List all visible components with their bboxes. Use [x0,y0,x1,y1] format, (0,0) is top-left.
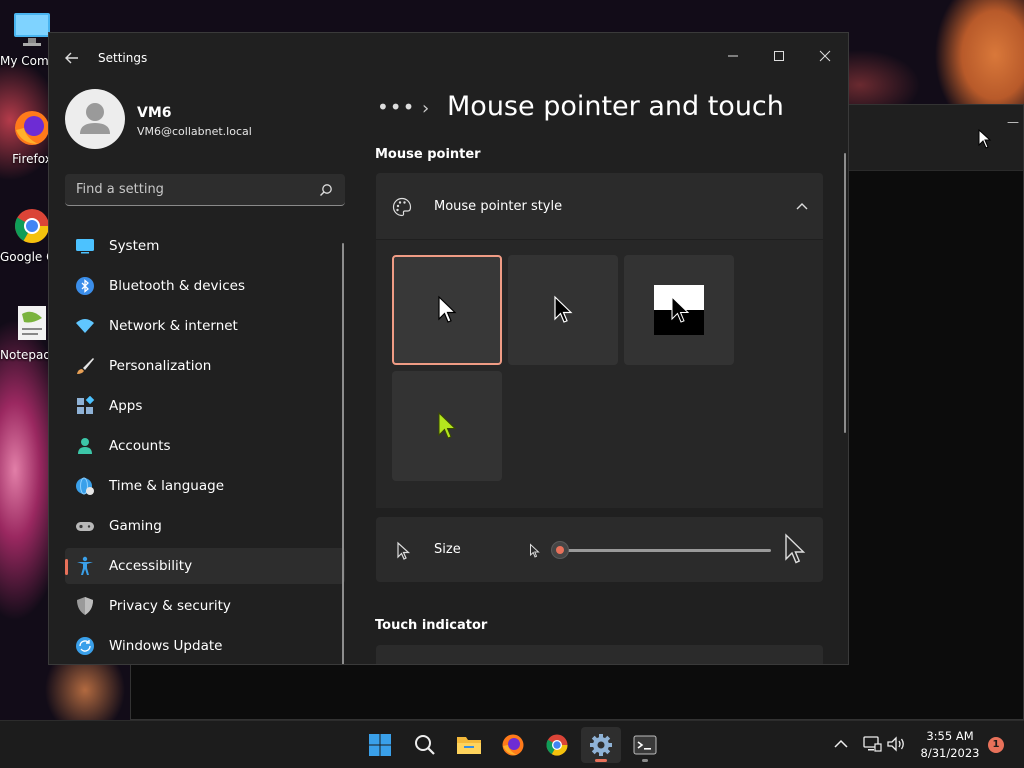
volume-icon[interactable] [886,735,906,753]
user-email: VM6@collabnet.local [137,125,252,138]
sidebar-item-system[interactable]: System [65,228,345,264]
close-icon [819,50,831,62]
lime-pointer-icon [438,411,457,439]
taskbar-file-explorer[interactable] [449,727,489,763]
taskbar-start-button[interactable] [360,727,400,763]
search-box[interactable] [65,174,345,206]
sidebar-item-personalization[interactable]: Personalization [65,348,345,384]
sidebar-scrollbar[interactable] [342,243,344,664]
bluetooth-icon [76,277,94,295]
page-title: Mouse pointer and touch [447,91,784,122]
settings-window[interactable]: Settings VM6 VM6@collabnet.local System [48,32,849,665]
taskbar: 3:55 AM 8/31/2023 1 [0,720,1024,768]
sidebar-item-accessibility[interactable]: Accessibility [65,548,345,584]
tray-chevron-up-icon[interactable] [832,735,850,753]
shield-icon [77,597,93,615]
sidebar-item-network[interactable]: Network & internet [65,308,345,344]
pointer-style-black[interactable] [508,255,618,365]
main-scrollbar[interactable] [844,153,846,433]
gamepad-icon [76,522,94,531]
brush-icon [77,358,94,374]
system-icon [76,239,94,254]
pointer-size-card: Size [376,517,823,582]
mouse-pointer-style-header[interactable]: Mouse pointer style [376,173,823,240]
pointer-style-white[interactable] [392,255,502,365]
mouse-pointer-style-card: Mouse pointer style [376,173,823,508]
sidebar-item-apps[interactable]: Apps [65,388,345,424]
black-pointer-icon [554,295,573,323]
clock-date[interactable]: 8/31/2023 [916,746,984,760]
clock-time[interactable]: 3:55 AM [920,729,980,743]
sidebar-item-bluetooth[interactable]: Bluetooth & devices [65,268,345,304]
firefox-icon [502,734,524,756]
notification-badge[interactable]: 1 [988,737,1004,753]
globe-clock-icon [76,477,94,495]
taskbar-firefox[interactable] [493,727,533,763]
palette-icon [392,197,412,217]
inverted-pointer-icon [654,285,704,335]
breadcrumb-chevron-icon: › [422,98,430,119]
firefox-icon [12,108,52,148]
sidebar-item-windows-update[interactable]: Windows Update [65,628,345,664]
chrome-icon [546,734,568,756]
chevron-up-icon[interactable] [795,199,809,213]
taskbar-search-button[interactable] [405,727,445,763]
pointer-style-inverted[interactable] [624,255,734,365]
pointer-style-custom[interactable] [392,371,502,481]
section-title-mouse-pointer: Mouse pointer [375,147,481,162]
sidebar-item-gaming[interactable]: Gaming [65,508,345,544]
person-icon [78,438,92,454]
minimize-icon [728,55,738,57]
pointer-size-icon [397,541,411,560]
taskbar-settings[interactable] [581,727,621,763]
update-icon [76,637,94,655]
pointer-style-options [376,240,823,508]
pointer-size-label: Size [434,542,461,557]
title-bar[interactable]: Settings [49,33,848,81]
back-arrow-icon[interactable] [63,49,81,67]
avatar[interactable] [65,89,125,149]
mouse-cursor-icon [978,129,992,149]
sidebar-item-accounts[interactable]: Accounts [65,428,345,464]
wifi-icon [76,319,94,333]
mouse-pointer-style-label: Mouse pointer style [434,199,563,214]
user-name: VM6 [137,105,172,121]
sidebar-item-time-language[interactable]: Time & language [65,468,345,504]
pointer-size-slider-thumb[interactable] [551,541,569,559]
breadcrumb-overflow-button[interactable]: ••• [377,95,415,119]
monitor-icon [12,10,52,50]
file-explorer-icon [457,737,481,754]
touch-indicator-card[interactable] [376,645,823,664]
white-pointer-icon [438,295,457,323]
apps-icon [77,396,95,414]
pointer-size-slider-track[interactable] [556,549,771,552]
sidebar-item-privacy[interactable]: Privacy & security [65,588,345,624]
search-input[interactable] [65,174,305,205]
maximize-icon [774,51,784,61]
chrome-icon [12,206,52,246]
minimize-button[interactable] [710,41,756,71]
large-pointer-icon [785,533,806,564]
section-title-touch-indicator: Touch indicator [375,618,488,633]
user-avatar-icon [80,103,110,134]
accessibility-icon [77,556,93,575]
notepad-icon [12,304,52,344]
settings-icon [590,734,612,756]
network-icon[interactable] [862,735,882,753]
taskbar-chrome[interactable] [537,727,577,763]
close-button[interactable] [802,41,848,71]
terminal-minimize-icon[interactable]: — [1007,115,1019,129]
taskbar-terminal[interactable] [625,727,665,763]
maximize-button[interactable] [756,41,802,71]
search-icon[interactable] [319,183,333,197]
terminal-icon [633,735,657,755]
small-pointer-icon [530,543,540,558]
search-icon [415,735,435,755]
start-icon [369,734,391,756]
sidebar-nav: System Bluetooth & devices Network & int… [65,228,345,664]
app-title: Settings [98,51,148,65]
